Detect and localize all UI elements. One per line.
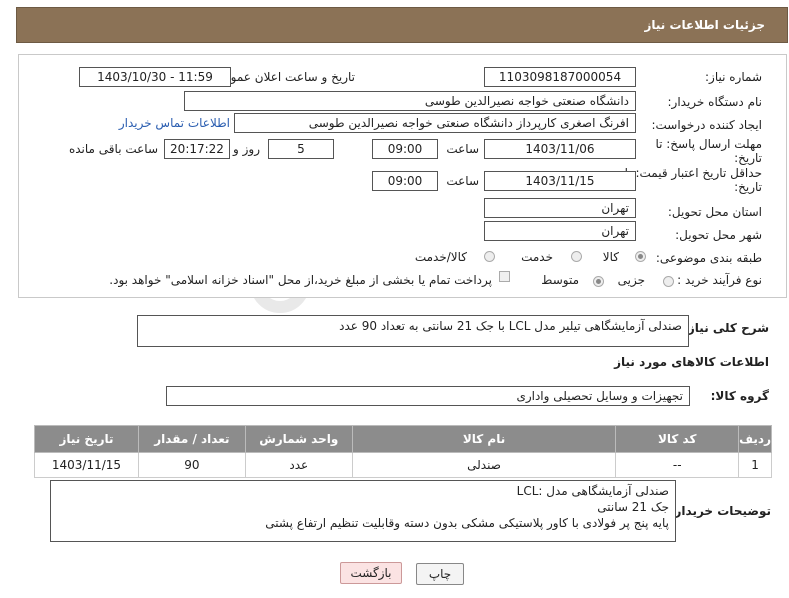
goods-group-label: گروه کالا:	[710, 389, 769, 403]
category-radio-service[interactable]	[571, 251, 582, 262]
remaining-time-label: ساعت باقی مانده	[68, 142, 158, 156]
description-label: شرح کلی نیاز:	[683, 321, 769, 335]
back-button[interactable]: بازگشت	[340, 562, 402, 584]
province-field: تهران	[484, 198, 636, 218]
buyer-contact-link[interactable]: اطلاعات تماس خریدار	[119, 116, 230, 130]
table-row: 1 -- صندلی عدد 90 1403/11/15	[34, 452, 772, 478]
province-label: استان محل تحویل:	[667, 205, 762, 219]
col-header-unit: واحد شمارش	[244, 425, 353, 453]
creator-field: افرنگ اصغری کارپرداز دانشگاه صنعتی خواجه…	[234, 113, 636, 133]
deadline-date-label: تاریخ:	[734, 151, 762, 165]
announce-label: تاریخ و ساعت اعلان عمومی:	[210, 70, 355, 84]
deadline-time-field: 09:00	[372, 139, 438, 159]
col-header-need-date: تاریخ نیاز	[34, 425, 139, 453]
process-radio-medium[interactable]	[593, 276, 604, 287]
category-option-service: خدمت	[521, 250, 553, 264]
items-table: ردیف کد کالا نام کالا واحد شمارش تعداد /…	[34, 425, 772, 478]
category-radio-goods-service[interactable]	[484, 251, 495, 262]
description-textarea[interactable]: صندلی آزمایشگاهی تیلیر مدل LCL با جک 21 …	[137, 315, 689, 347]
validity-time-field: 09:00	[372, 171, 438, 191]
cell-need-date: 1403/11/15	[34, 452, 139, 478]
process-option-minor: جزیی	[617, 273, 645, 287]
city-field: تهران	[484, 221, 636, 241]
process-radio-minor[interactable]	[663, 276, 674, 287]
need-number-field: 1103098187000054	[484, 67, 636, 87]
buyer-notes-line: صندلی آزمایشگاهی مدل :LCL	[516, 484, 669, 498]
city-label: شهر محل تحویل:	[675, 228, 762, 242]
remaining-time-field: 20:17:22	[164, 139, 230, 159]
days-remaining-field: 5	[268, 139, 334, 159]
cell-quantity: 90	[137, 452, 246, 478]
page-title: جزئیات اطلاعات نیاز	[644, 18, 765, 32]
buyer-org-field: دانشگاه صنعتی خواجه نصیرالدین طوسی	[184, 91, 636, 111]
buyer-notes-line: جک 21 سانتی	[597, 500, 669, 514]
announce-datetime-field: 1403/10/30 - 11:59	[79, 67, 231, 87]
validity-time-label: ساعت	[446, 174, 479, 188]
deadline-label: مهلت ارسال پاسخ: تا	[655, 137, 762, 151]
deadline-time-label: ساعت	[446, 142, 479, 156]
col-header-quantity: تعداد / مقدار	[137, 425, 246, 453]
validity-label: حداقل تاریخ اعتبار قیمت: تا	[624, 166, 762, 180]
cell-item-code: --	[615, 452, 740, 478]
print-button[interactable]: چاپ	[416, 563, 464, 585]
process-option-medium: متوسط	[541, 273, 579, 287]
category-radio-goods[interactable]	[635, 251, 646, 262]
deadline-date-field: 1403/11/06	[484, 139, 636, 159]
buyer-org-label: نام دستگاه خریدار:	[667, 95, 763, 109]
page-header: جزئیات اطلاعات نیاز	[16, 7, 788, 43]
col-header-row-number: ردیف	[738, 425, 772, 453]
goods-section-title: اطلاعات کالاهای مورد نیاز	[614, 355, 769, 369]
creator-label: ایجاد کننده درخواست:	[651, 118, 762, 132]
col-header-item-code: کد کالا	[615, 425, 740, 453]
goods-group-field: تجهیزات و وسایل تحصیلی واداری	[166, 386, 690, 406]
need-number-label: شماره نیاز:	[705, 70, 762, 84]
cell-item-name: صندلی	[351, 452, 617, 478]
col-header-item-name: نام کالا	[351, 425, 617, 453]
payment-note: پرداخت تمام یا بخشی از مبلغ خرید،از محل …	[109, 273, 492, 287]
cell-row-number: 1	[738, 452, 772, 478]
buyer-notes-textarea[interactable]: صندلی آزمایشگاهی مدل :LCL جک 21 سانتی پا…	[50, 480, 676, 542]
buyer-notes-line: پایه پنج پر فولادی با کاور پلاستیکی مشکی…	[265, 516, 669, 530]
buyer-notes-label: توضیحات خریدار:	[669, 504, 771, 518]
validity-date-field: 1403/11/15	[484, 171, 636, 191]
treasury-payment-checkbox[interactable]	[499, 271, 510, 282]
category-label: طبقه بندی موضوعی:	[655, 251, 762, 265]
cell-unit: عدد	[244, 452, 353, 478]
category-option-goods-service: کالا/خدمت	[414, 250, 467, 264]
category-option-goods: کالا	[602, 250, 619, 264]
process-label: نوع فرآیند خرید :	[677, 273, 762, 287]
validity-date-label: تاریخ:	[734, 180, 762, 194]
days-label: روز و	[233, 142, 260, 156]
table-header-row: ردیف کد کالا نام کالا واحد شمارش تعداد /…	[34, 425, 772, 453]
